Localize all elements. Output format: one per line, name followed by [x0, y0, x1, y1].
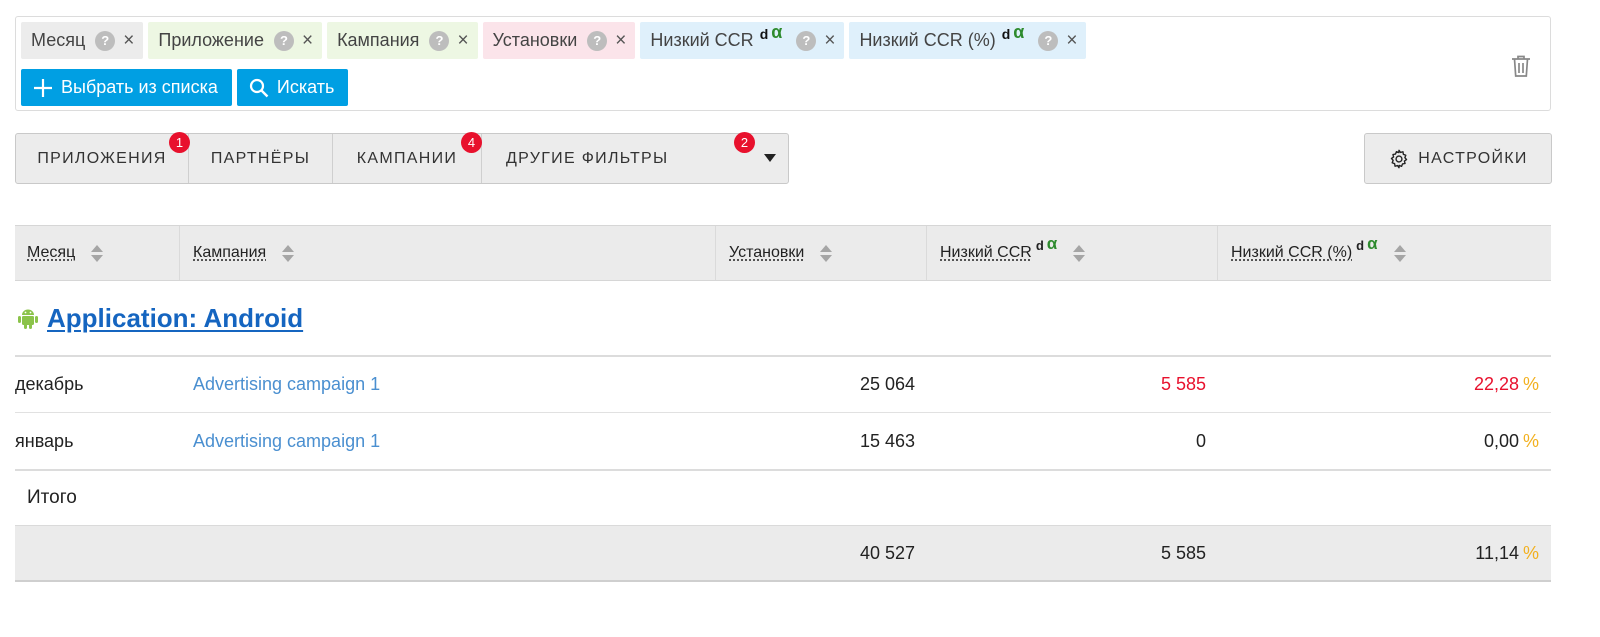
- close-icon[interactable]: ×: [302, 31, 313, 50]
- chip-label: Низкий CCR (%): [859, 30, 996, 50]
- alpha-icon: α: [1046, 234, 1058, 253]
- close-icon[interactable]: ×: [123, 31, 134, 50]
- column-label: Месяц: [27, 244, 76, 261]
- percent-value: 22,28: [1473, 374, 1519, 394]
- sort-icon[interactable]: [91, 244, 104, 262]
- count-badge: 4: [461, 132, 482, 153]
- chip-label: Кампания: [337, 30, 420, 50]
- column-header-low-ccr[interactable]: Низкий CCR d α: [927, 226, 1218, 280]
- android-icon: [17, 306, 39, 330]
- percent-sign: %: [1522, 542, 1539, 563]
- filter-chip-month[interactable]: Месяц ? ×: [21, 22, 144, 59]
- column-header-low-ccr-pct[interactable]: Низкий CCR (%) d α: [1218, 226, 1551, 280]
- campaign-link[interactable]: Advertising campaign 1: [193, 413, 380, 469]
- filter-chip-installs[interactable]: Установки ? ×: [482, 22, 636, 59]
- tab-label: ДРУГИЕ ФИЛЬТРЫ: [506, 149, 669, 167]
- column-label: Установки: [729, 244, 805, 261]
- help-icon[interactable]: ?: [1038, 30, 1059, 51]
- search-icon: [249, 78, 269, 98]
- chip-label: Установки: [492, 30, 578, 50]
- sort-icon[interactable]: [820, 244, 833, 262]
- total-label: Итого: [15, 469, 1551, 525]
- select-from-list-label: Выбрать из списка: [61, 77, 218, 97]
- cell-low-ccr-pct: 22,28 %: [1218, 357, 1539, 412]
- close-icon[interactable]: ×: [457, 31, 468, 50]
- filter-chip-low-ccr-pct[interactable]: Низкий CCR (%) d α ? ×: [849, 22, 1087, 59]
- percent-sign: %: [1522, 374, 1539, 394]
- delta-mark: d: [1356, 237, 1365, 253]
- tab-other-filters[interactable]: ДРУГИЕ ФИЛЬТРЫ 2: [482, 132, 788, 183]
- close-icon[interactable]: ×: [615, 31, 626, 50]
- total-low-ccr-pct: 11,14 %: [1218, 526, 1539, 580]
- filter-tabs: ПРИЛОЖЕНИЯ 1 ПАРТНЁРЫ КАМПАНИИ 4 ДРУГИЕ …: [15, 132, 789, 184]
- table-header: Месяц Кампания Установки Низкий CCR d α …: [15, 225, 1551, 281]
- trash-icon[interactable]: [1510, 54, 1532, 78]
- percent-value: 11,14: [1475, 542, 1519, 563]
- cell-month: январь: [15, 430, 74, 451]
- column-label: Низкий CCR (%): [1231, 244, 1353, 261]
- column-header-month[interactable]: Месяц: [15, 226, 180, 280]
- alpha-icon: α: [1367, 234, 1378, 253]
- chip-label: Низкий CCR: [650, 30, 754, 50]
- search-button[interactable]: Искать: [236, 69, 349, 106]
- delta-mark: d: [1001, 25, 1011, 42]
- filter-chip-app[interactable]: Приложение ? ×: [148, 22, 323, 59]
- plus-icon: [33, 78, 53, 98]
- tab-label: ПАРТНЁРЫ: [210, 149, 311, 167]
- filter-panel: Месяц ? × Приложение ? × Кампания ? × Ус…: [15, 16, 1551, 111]
- total-low-ccr: 5 585: [1160, 542, 1206, 563]
- tab-label: КАМПАНИИ: [356, 149, 458, 167]
- cell-installs: 15 463: [859, 430, 915, 451]
- filter-chips: Месяц ? × Приложение ? × Кампания ? × Ус…: [21, 22, 1087, 59]
- select-from-list-button[interactable]: Выбрать из списка: [21, 69, 232, 106]
- sort-icon[interactable]: [1073, 244, 1086, 262]
- column-header-campaign[interactable]: Кампания: [180, 226, 716, 280]
- settings-label: НАСТРОЙКИ: [1418, 149, 1528, 167]
- total-installs: 40 527: [859, 542, 915, 563]
- percent-value: 0,00: [1483, 430, 1519, 451]
- cell-low-ccr-pct: 0,00 %: [1218, 413, 1539, 469]
- alpha-icon: α: [771, 22, 783, 42]
- tab-label: ПРИЛОЖЕНИЯ: [37, 149, 167, 167]
- settings-button[interactable]: НАСТРОЙКИ: [1364, 133, 1552, 184]
- help-icon[interactable]: ?: [429, 30, 450, 51]
- close-icon[interactable]: ×: [824, 31, 835, 50]
- help-icon[interactable]: ?: [95, 30, 116, 51]
- help-icon[interactable]: ?: [273, 30, 294, 51]
- column-label: Кампания: [193, 244, 267, 261]
- count-badge: 1: [169, 132, 190, 153]
- table-row: декабрь Advertising campaign 1 25 064 5 …: [15, 357, 1551, 413]
- column-label: Низкий CCR: [940, 244, 1032, 261]
- tab-partners[interactable]: ПАРТНЁРЫ: [189, 134, 333, 183]
- cell-low-ccr: 5 585: [1160, 374, 1206, 394]
- delta-mark: d: [1035, 237, 1044, 253]
- search-label: Искать: [276, 77, 335, 97]
- tab-apps[interactable]: ПРИЛОЖЕНИЯ 1: [16, 132, 190, 183]
- caret-down-icon: [764, 154, 776, 162]
- cell-low-ccr: 0: [1195, 430, 1206, 451]
- filter-chip-low-ccr[interactable]: Низкий CCR d α ? ×: [640, 22, 845, 59]
- alpha-icon: α: [1013, 22, 1025, 42]
- campaign-link[interactable]: Advertising campaign 1: [193, 357, 380, 412]
- filter-chip-campaign[interactable]: Кампания ? ×: [327, 22, 478, 59]
- chip-label: Приложение: [158, 30, 264, 50]
- group-title-link[interactable]: Application: Android: [47, 303, 303, 334]
- help-icon[interactable]: ?: [587, 30, 608, 51]
- cell-installs: 25 064: [859, 374, 915, 394]
- sort-icon[interactable]: [1393, 244, 1406, 262]
- cell-month: декабрь: [15, 374, 84, 394]
- group-header: Application: Android: [15, 281, 1551, 357]
- sort-icon[interactable]: [282, 244, 295, 262]
- gear-icon: [1388, 148, 1410, 170]
- count-badge: 2: [734, 132, 755, 153]
- table-row: январь Advertising campaign 1 15 463 0 0…: [15, 413, 1551, 469]
- help-icon[interactable]: ?: [796, 30, 817, 51]
- total-row: 40 527 5 585 11,14 %: [15, 525, 1551, 582]
- chip-label: Месяц: [31, 30, 86, 50]
- close-icon[interactable]: ×: [1066, 31, 1077, 50]
- column-header-installs[interactable]: Установки: [716, 226, 927, 280]
- tab-campaigns[interactable]: КАМПАНИИ 4: [333, 132, 482, 183]
- percent-sign: %: [1522, 430, 1539, 451]
- delta-mark: d: [759, 25, 769, 42]
